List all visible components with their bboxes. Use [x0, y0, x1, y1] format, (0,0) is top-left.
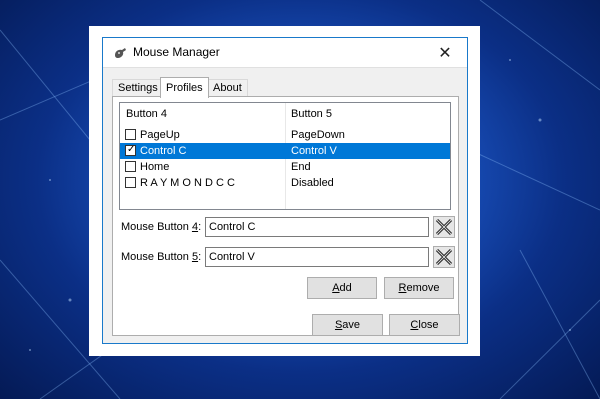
- row-button4-value: R A Y M O N D C C: [140, 177, 235, 189]
- close-button[interactable]: Close: [389, 314, 460, 336]
- mouse-button5-field[interactable]: Control V: [205, 247, 429, 267]
- remove-button[interactable]: Remove: [384, 277, 454, 299]
- list-row-selected[interactable]: ✓ Control C Control V: [120, 143, 450, 159]
- mouse-manager-window: Mouse Manager ✕ Settings Profiles About …: [102, 37, 468, 344]
- column-header-button4[interactable]: Button 4: [120, 103, 285, 125]
- row-button5-value: Disabled: [291, 177, 334, 189]
- mouse-icon: [115, 48, 126, 58]
- clear-button5-button[interactable]: [433, 246, 455, 268]
- row-button4-value: Control C: [140, 145, 187, 157]
- close-icon: ✕: [438, 43, 452, 62]
- tab-settings[interactable]: Settings: [112, 79, 164, 97]
- row-button5-value: End: [291, 161, 311, 173]
- tab-about[interactable]: About: [207, 79, 248, 97]
- mouse-button5-label: Mouse Button 5:: [121, 251, 202, 263]
- profiles-list[interactable]: Button 4 Button 5 PageUp PageDown ✓ Cont…: [119, 102, 451, 210]
- row-checkbox[interactable]: [125, 161, 136, 172]
- tab-profiles-label: Profiles: [166, 82, 203, 94]
- column-header-button5[interactable]: Button 5: [285, 103, 450, 125]
- list-row[interactable]: Home End: [120, 159, 450, 175]
- clear-x-icon: [435, 218, 453, 236]
- profiles-panel: Button 4 Button 5 PageUp PageDown ✓ Cont…: [112, 96, 459, 336]
- row-checkbox-checked[interactable]: ✓: [125, 144, 136, 156]
- title-bar[interactable]: Mouse Manager ✕: [103, 38, 467, 68]
- row-button5-value: PageDown: [291, 129, 345, 141]
- row-button4-value: PageUp: [140, 129, 180, 141]
- tab-settings-label: Settings: [118, 82, 158, 94]
- row-button4-value: Home: [140, 161, 170, 173]
- clear-button4-button[interactable]: [433, 216, 455, 238]
- save-button[interactable]: Save: [312, 314, 383, 336]
- tab-about-label: About: [213, 82, 242, 94]
- row-checkbox[interactable]: [125, 177, 136, 188]
- list-row[interactable]: PageUp PageDown: [120, 127, 450, 143]
- row-checkbox[interactable]: [125, 129, 136, 140]
- window-title: Mouse Manager: [133, 45, 220, 59]
- add-button[interactable]: Add: [307, 277, 377, 299]
- mouse-button4-label: Mouse Button 4:: [121, 221, 202, 233]
- list-row[interactable]: R A Y M O N D C C Disabled: [120, 175, 450, 191]
- close-window-button[interactable]: ✕: [423, 38, 467, 67]
- mouse-button4-field[interactable]: Control C: [205, 217, 429, 237]
- checkmark-icon: ✓: [127, 144, 136, 155]
- clear-x-icon: [435, 248, 453, 266]
- row-button5-value: Control V: [291, 145, 337, 157]
- tab-profiles[interactable]: Profiles: [160, 77, 209, 98]
